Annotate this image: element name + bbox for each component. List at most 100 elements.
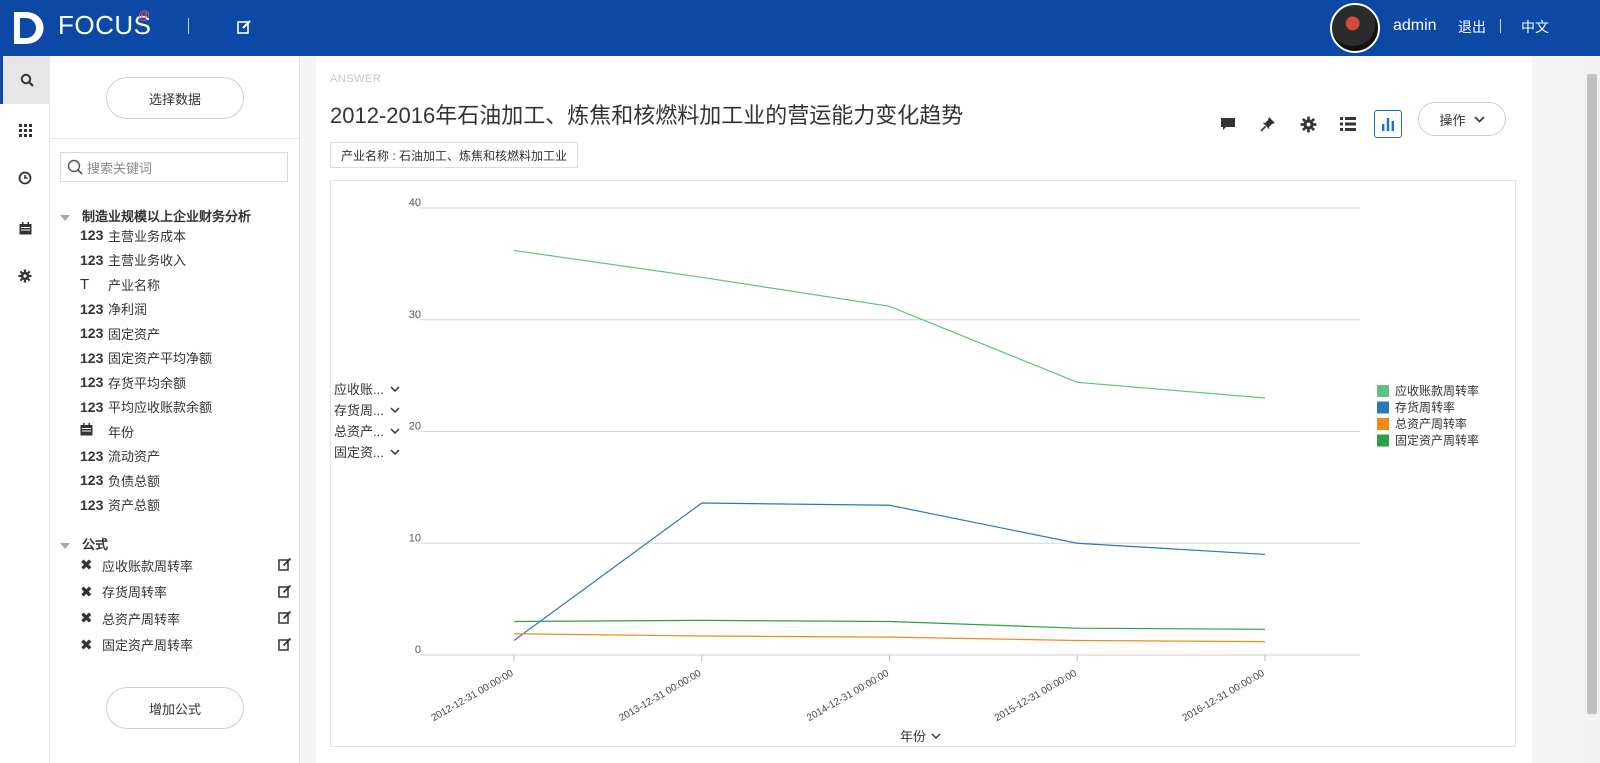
field-label: 净利润 bbox=[108, 302, 148, 317]
y-tick-label: 10 bbox=[409, 532, 421, 544]
field-type: 123 bbox=[80, 325, 104, 341]
rail-search[interactable] bbox=[0, 56, 50, 104]
y-field-label: 存货周... bbox=[334, 403, 384, 418]
formula-item[interactable]: ✖ 应收账款周转率 bbox=[80, 554, 292, 576]
search-box[interactable] bbox=[60, 152, 288, 182]
data-panel: 选择数据 制造业规模以上企业财务分析 123主营业务成本123主营业务收入T产业… bbox=[50, 56, 300, 763]
y-field-label: 应收账... bbox=[334, 382, 384, 397]
remove-icon[interactable]: ✖ bbox=[80, 636, 102, 654]
language-switch[interactable]: 中文 bbox=[1521, 17, 1549, 37]
select-data-button[interactable]: 选择数据 bbox=[106, 77, 244, 119]
operations-button[interactable]: 操作 bbox=[1418, 102, 1506, 136]
settings-button[interactable] bbox=[1294, 110, 1322, 138]
apps-grid-icon bbox=[18, 123, 32, 137]
y-field-dropdown[interactable]: 存货周... bbox=[334, 399, 400, 420]
calendar-icon bbox=[19, 221, 31, 234]
y-field-label: 固定资... bbox=[334, 445, 384, 460]
field-item[interactable]: 123 主营业务成本 bbox=[80, 224, 290, 246]
remove-icon[interactable]: ✖ bbox=[80, 583, 102, 601]
field-item[interactable]: 年份 bbox=[80, 420, 290, 442]
field-type: 123 bbox=[80, 349, 104, 366]
formula-group[interactable]: 公式 bbox=[60, 534, 108, 553]
field-label: 存货平均余额 bbox=[108, 375, 187, 391]
text-type-icon: T bbox=[80, 275, 90, 293]
formula-label: 总资产周转率 bbox=[102, 611, 181, 627]
comment-button[interactable] bbox=[1214, 110, 1242, 138]
formula-label: 应收账款周转率 bbox=[102, 558, 194, 574]
field-item[interactable]: 123 固定资产 bbox=[80, 322, 290, 344]
line-chart: 0 10 20 30 40 2012-12-31 00:00:00 2013-12-31 0… bbox=[409, 197, 1479, 744]
field-item[interactable]: 123 平均应收账款余额 bbox=[80, 396, 290, 418]
edit-icon[interactable] bbox=[278, 557, 292, 571]
gear-icon bbox=[1300, 116, 1316, 132]
comment-icon bbox=[1221, 118, 1235, 130]
filter-chip[interactable]: 产业名称 : 石油加工、炼焦和核燃料加工业 bbox=[330, 142, 579, 168]
add-formula-button[interactable]: 增加公式 bbox=[106, 687, 244, 729]
page-title: 2012-2016年石油加工、炼焦和核燃料加工业的营运能力变化趋势 bbox=[330, 103, 964, 128]
field-item[interactable]: 123 资产总额 bbox=[80, 494, 290, 516]
settings-gear-icon bbox=[18, 269, 32, 283]
chevron-down-icon bbox=[390, 406, 400, 413]
edit-icon[interactable] bbox=[278, 637, 292, 651]
field-label: 年份 bbox=[108, 424, 135, 440]
formula-item[interactable]: ✖ 存货周转率 bbox=[80, 581, 292, 603]
field-label: 产业名称 bbox=[108, 277, 161, 293]
field-item[interactable]: 123 流动资产 bbox=[80, 445, 290, 467]
formula-item[interactable]: ✖ 总资产周转率 bbox=[80, 607, 292, 629]
pin-button[interactable] bbox=[1254, 110, 1282, 138]
focus-logo-icon[interactable] bbox=[10, 8, 50, 48]
edit-icon[interactable] bbox=[278, 610, 292, 624]
dataset-group[interactable]: 制造业规模以上企业财务分析 bbox=[60, 206, 251, 225]
left-rail bbox=[0, 56, 50, 763]
field-item[interactable]: T 产业名称 bbox=[80, 273, 290, 295]
page-scrollbar[interactable] bbox=[1584, 56, 1600, 763]
field-item[interactable]: 123 主营业务收入 bbox=[80, 249, 290, 271]
legend-label: 总资产周转率 bbox=[1395, 416, 1467, 431]
search-input[interactable] bbox=[87, 158, 277, 178]
avatar[interactable] bbox=[1330, 3, 1380, 53]
field-item[interactable]: 123 存货平均余额 bbox=[80, 371, 290, 393]
remove-icon[interactable]: ✖ bbox=[80, 556, 102, 574]
series-line bbox=[513, 502, 1266, 641]
chevron-down-icon bbox=[390, 385, 400, 392]
chevron-down-icon bbox=[931, 733, 941, 739]
rail-settings[interactable] bbox=[0, 252, 50, 300]
scrollbar-thumb[interactable] bbox=[1587, 74, 1597, 714]
top-divider bbox=[1500, 19, 1501, 33]
field-item[interactable]: 123 净利润 bbox=[80, 298, 290, 320]
edit-icon[interactable] bbox=[236, 19, 252, 35]
edit-icon[interactable] bbox=[278, 584, 292, 598]
field-label: 负债总额 bbox=[108, 473, 161, 489]
rail-history[interactable] bbox=[0, 154, 50, 202]
rail-apps[interactable] bbox=[0, 106, 50, 154]
brand-mark: @ bbox=[138, 8, 151, 22]
formula-title: 公式 bbox=[82, 537, 109, 552]
collapse-triangle-icon bbox=[60, 214, 70, 221]
y-field-dropdown[interactable]: 应收账... bbox=[334, 378, 400, 399]
operations-label: 操作 bbox=[1439, 112, 1466, 128]
table-view-button[interactable] bbox=[1334, 110, 1362, 138]
remove-icon[interactable]: ✖ bbox=[80, 609, 102, 627]
series-line bbox=[513, 633, 1266, 643]
chart-view-button[interactable] bbox=[1374, 110, 1402, 138]
y-field-label: 总资产... bbox=[334, 424, 384, 439]
field-type: 123 bbox=[80, 472, 104, 488]
x-tick-label: 2015-12-31 00:00:00 bbox=[993, 668, 1079, 724]
y-tick-label: 40 bbox=[409, 197, 421, 209]
y-tick-label: 20 bbox=[409, 421, 421, 433]
top-divider bbox=[188, 18, 189, 34]
y-field-dropdown[interactable]: 固定资... bbox=[334, 441, 400, 462]
logout-link[interactable]: 退出 bbox=[1458, 17, 1486, 37]
y-field-dropdown[interactable]: 总资产... bbox=[334, 420, 400, 441]
field-label: 流动资产 bbox=[108, 449, 161, 464]
field-label: 主营业务收入 bbox=[108, 253, 187, 268]
user-name[interactable]: admin bbox=[1393, 17, 1437, 35]
formula-label: 固定资产周转率 bbox=[102, 638, 194, 653]
rail-calendar[interactable] bbox=[0, 204, 50, 252]
formula-item[interactable]: ✖ 固定资产周转率 bbox=[80, 634, 292, 656]
field-label: 固定资产平均净额 bbox=[108, 351, 213, 366]
field-item[interactable]: 123 负债总额 bbox=[80, 469, 290, 491]
chevron-down-icon bbox=[390, 448, 400, 455]
field-item[interactable]: 123 固定资产平均净额 bbox=[80, 347, 290, 369]
history-clock-icon bbox=[18, 171, 32, 185]
